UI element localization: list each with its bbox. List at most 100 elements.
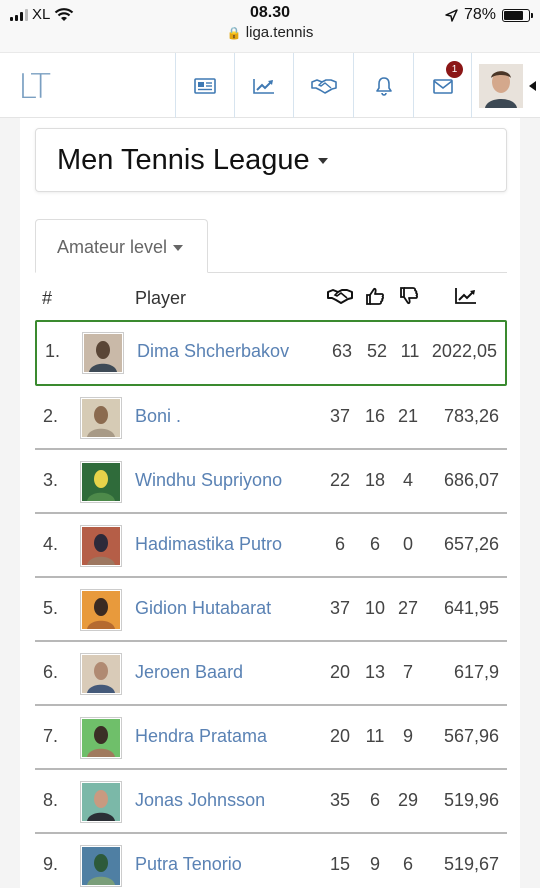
wins-count: 52: [366, 341, 388, 361]
location-arrow-icon: [445, 8, 458, 22]
avatar: [82, 719, 120, 757]
player-avatar[interactable]: [80, 717, 122, 759]
player-name-link[interactable]: Jeroen Baard: [135, 662, 243, 683]
header-score[interactable]: [455, 287, 477, 310]
rating-score: 686,07: [443, 470, 499, 490]
header-player[interactable]: Player: [135, 288, 186, 309]
player-avatar[interactable]: [80, 525, 122, 567]
row-rank: 5.: [43, 598, 59, 618]
player-avatar[interactable]: [80, 397, 122, 439]
table-row[interactable]: 6. Jeroen Baard 20 13 7 617,9: [35, 642, 507, 706]
table-row[interactable]: 4. Hadimastika Putro 6 6 0 657,26: [35, 514, 507, 578]
menu-caret-icon[interactable]: [529, 81, 536, 91]
league-title-wrap: Men Tennis League: [57, 144, 328, 177]
player-name-link[interactable]: Dima Shcherbakov: [137, 341, 289, 362]
avatar: [84, 334, 122, 372]
thumbs-up-icon: [366, 287, 384, 305]
table-row[interactable]: 2. Boni . 37 16 21 783,26: [35, 386, 507, 450]
matches-count: 63: [331, 341, 353, 361]
nav-news[interactable]: [175, 53, 234, 119]
notification-badge: 1: [446, 61, 463, 78]
wins-count: 13: [364, 662, 386, 682]
matches-count: 6: [334, 534, 345, 554]
matches-count: 37: [329, 406, 351, 426]
header-losses[interactable]: [400, 287, 418, 310]
header-wins[interactable]: [366, 287, 384, 310]
matches-count: 22: [329, 470, 351, 490]
league-title: Men Tennis League: [57, 144, 310, 176]
avatar: [82, 527, 120, 565]
handshake-icon: [310, 79, 337, 94]
table-row[interactable]: 8. Jonas Johnsson 35 6 29 519,96: [35, 770, 507, 834]
table-header: # Player: [35, 278, 507, 318]
row-rank: 2.: [43, 406, 59, 426]
status-bar: XL 08.30 🔒 liga.tennis 78%: [0, 0, 540, 52]
wins-count: 16: [364, 406, 386, 426]
wins-count: 10: [364, 598, 386, 618]
nav-stats[interactable]: [234, 53, 293, 119]
battery-percent: 78%: [463, 6, 496, 23]
player-avatar[interactable]: [80, 653, 122, 695]
mail-icon: [432, 78, 453, 94]
player-avatar[interactable]: [80, 461, 122, 503]
rating-score: 519,96: [443, 790, 499, 810]
player-avatar[interactable]: [80, 781, 122, 823]
tab-level-label: Amateur level: [57, 237, 168, 257]
nav-notifications[interactable]: [353, 53, 413, 119]
rating-score: 783,26: [443, 406, 499, 426]
rating-score: 519,67: [443, 854, 499, 874]
chevron-down-icon: [173, 245, 184, 252]
table-row[interactable]: 5. Gidion Hutabarat 37 10 27 641,95: [35, 578, 507, 642]
url-text: liga.tennis: [245, 24, 314, 41]
url-bar[interactable]: 🔒 liga.tennis: [0, 24, 540, 41]
league-dropdown[interactable]: Men Tennis League: [35, 128, 507, 192]
losses-count: 9: [402, 726, 413, 746]
nav-messages[interactable]: 1: [413, 53, 471, 119]
table-row[interactable]: 7. Hendra Pratama 20 11 9 567,96: [35, 706, 507, 770]
losses-count: 29: [397, 790, 419, 810]
avatar: [82, 655, 120, 693]
player-avatar[interactable]: [80, 845, 122, 887]
player-avatar[interactable]: [80, 589, 122, 631]
table-row[interactable]: 3. Windhu Supriyono 22 18 4 686,07: [35, 450, 507, 514]
wins-count: 18: [364, 470, 386, 490]
player-name-link[interactable]: Jonas Johnsson: [135, 790, 265, 811]
tab-level-label-wrap: Amateur level: [57, 237, 184, 258]
nav-matches[interactable]: [293, 53, 353, 119]
wins-count: 11: [365, 726, 385, 746]
header-rank: #: [42, 288, 53, 308]
avatar: [82, 783, 120, 821]
player-name-link[interactable]: Putra Tenorio: [135, 854, 242, 875]
table-row[interactable]: 9. Putra Tenorio 15 9 6 519,67: [35, 834, 507, 888]
losses-count: 21: [397, 406, 419, 426]
row-rank: 7.: [43, 726, 59, 746]
row-rank: 8.: [43, 790, 59, 810]
row-rank: 9.: [43, 854, 59, 874]
rating-score: 567,96: [443, 726, 499, 746]
battery-icon: [502, 8, 533, 22]
row-rank: 6.: [43, 662, 59, 682]
player-name-link[interactable]: Boni .: [135, 406, 181, 427]
wins-count: 9: [369, 854, 380, 874]
matches-count: 20: [329, 726, 351, 746]
nav-user-avatar[interactable]: [471, 53, 529, 119]
player-name-link[interactable]: Gidion Hutabarat: [135, 598, 271, 619]
lock-icon: 🔒: [226, 26, 242, 40]
app-navbar: LT 1: [0, 52, 540, 119]
matches-count: 20: [329, 662, 351, 682]
logo[interactable]: LT: [18, 67, 51, 107]
chart-icon: [253, 79, 274, 94]
player-name-link[interactable]: Windhu Supriyono: [135, 470, 282, 491]
tab-level[interactable]: Amateur level: [35, 219, 208, 273]
row-rank: 3.: [43, 470, 59, 490]
losses-count: 6: [402, 854, 413, 874]
losses-count: 11: [400, 341, 420, 361]
table-row[interactable]: 1. Dima Shcherbakov 63 52 11 2022,05: [35, 320, 507, 386]
player-name-link[interactable]: Hadimastika Putro: [135, 534, 282, 555]
header-matches[interactable]: [327, 287, 353, 310]
rating-score: 2022,05: [431, 341, 497, 361]
player-name-link[interactable]: Hendra Pratama: [135, 726, 267, 747]
losses-count: 7: [402, 662, 413, 682]
main-content: Men Tennis League Amateur level # Player: [20, 118, 520, 888]
player-avatar[interactable]: [82, 332, 124, 374]
